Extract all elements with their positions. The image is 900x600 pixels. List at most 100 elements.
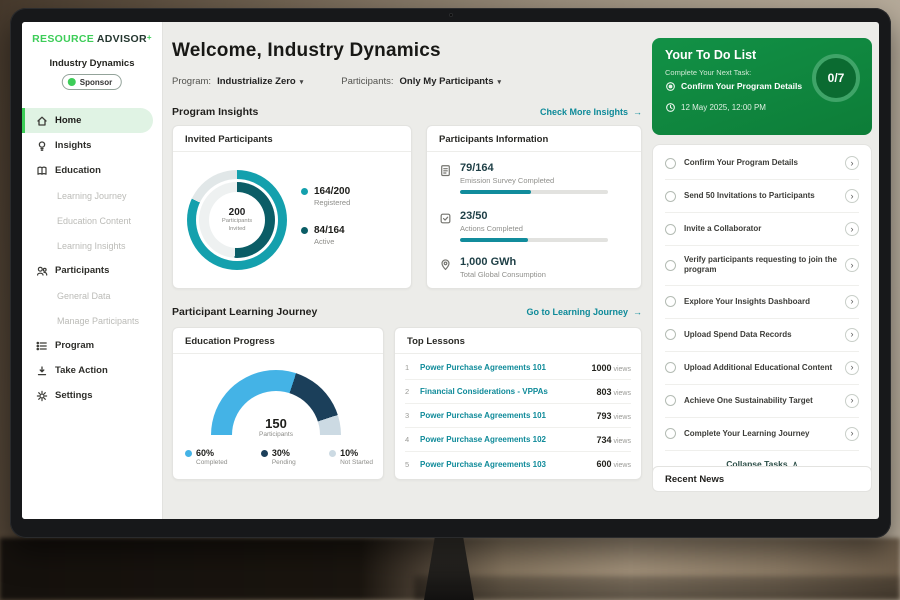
- todo-checkbox[interactable]: [665, 158, 676, 169]
- todo-checkbox[interactable]: [665, 428, 676, 439]
- go-to-learning-journey-link[interactable]: Go to Learning Journey →: [526, 307, 642, 317]
- todo-checkbox[interactable]: [665, 224, 676, 235]
- global-consumption-label: Total Global Consumption: [460, 270, 546, 279]
- legend-dot: [329, 450, 336, 457]
- chevron-right-icon: ›: [851, 260, 854, 270]
- todo-chevron-button[interactable]: ›: [845, 361, 859, 375]
- page-title: Welcome, Industry Dynamics: [172, 40, 441, 62]
- card-title: Education Progress: [173, 328, 383, 354]
- todo-chevron-button[interactable]: ›: [845, 295, 859, 309]
- todo-item[interactable]: Upload Additional Educational Content ›: [665, 352, 859, 385]
- sidebar-item-home[interactable]: Home: [22, 108, 153, 133]
- sidebar-item-learning-journey[interactable]: Learning Journey: [22, 183, 162, 208]
- sidebar-item-label: Program: [55, 340, 94, 351]
- todo-item-label: Achieve One Sustainability Target: [684, 396, 837, 406]
- todo-checkbox[interactable]: [665, 362, 676, 373]
- chevron-right-icon: ›: [851, 428, 854, 438]
- program-select[interactable]: Industrialize Zero ▾: [217, 76, 303, 87]
- sidebar-item-settings[interactable]: Settings: [22, 383, 162, 408]
- program-filter-label: Program:: [172, 76, 211, 87]
- sidebar-item-general-data[interactable]: General Data: [22, 283, 162, 308]
- check-more-insights-link[interactable]: Check More Insights →: [540, 107, 642, 117]
- legend-dot: [301, 227, 308, 234]
- list-icon: [36, 340, 48, 352]
- pending-value: 30%: [272, 448, 296, 458]
- todo-checkbox[interactable]: [665, 329, 676, 340]
- todo-chevron-button[interactable]: ›: [845, 222, 859, 236]
- sidebar-item-insights[interactable]: Insights: [22, 133, 162, 158]
- todo-chevron-button[interactable]: ›: [845, 427, 859, 441]
- target-icon: [665, 81, 676, 92]
- active-value: 84/164: [314, 225, 345, 236]
- todo-checkbox[interactable]: [665, 395, 676, 406]
- brand-secondary: ADVISOR: [97, 33, 147, 45]
- gear-icon: [36, 390, 48, 402]
- home-icon: [36, 115, 48, 127]
- card-title: Top Lessons: [395, 328, 641, 354]
- sidebar-item-label: Education: [55, 165, 101, 176]
- desk-background: { "brand": { "primary": "RESOURCE", "sec…: [0, 0, 900, 600]
- todo-item[interactable]: Complete Your Learning Journey ›: [665, 418, 859, 451]
- todo-item-label: Invite a Collaborator: [684, 224, 837, 234]
- actions-completed-stat: 23/50 Actions Completed: [439, 210, 629, 242]
- lesson-link[interactable]: Power Purchase Agreements 102: [420, 435, 589, 444]
- lesson-link[interactable]: Power Purchase Agreements 101: [420, 411, 589, 420]
- todo-item-label: Verify participants requesting to join t…: [684, 255, 837, 276]
- lesson-row: 3 Power Purchase Agreements 101 793views: [405, 404, 631, 428]
- link-label: Check More Insights: [540, 107, 628, 117]
- todo-chevron-button[interactable]: ›: [845, 258, 859, 272]
- sidebar-item-label: Insights: [55, 140, 91, 151]
- program-select-value: Industrialize Zero: [217, 76, 296, 87]
- chevron-down-icon: ▾: [300, 78, 304, 86]
- todo-chevron-button[interactable]: ›: [845, 156, 859, 170]
- checklist-icon: [439, 212, 452, 225]
- sponsor-badge[interactable]: Sponsor: [62, 74, 122, 90]
- todo-item[interactable]: Verify participants requesting to join t…: [665, 246, 859, 286]
- not-started-label: Not Started: [340, 459, 373, 466]
- todo-chevron-button[interactable]: ›: [845, 189, 859, 203]
- lesson-link[interactable]: Financial Considerations - VPPAs: [420, 387, 589, 396]
- todo-item[interactable]: Invite a Collaborator ›: [665, 213, 859, 246]
- sidebar-item-take-action[interactable]: Take Action: [22, 358, 162, 383]
- sidebar-item-label: Learning Journey: [57, 191, 127, 201]
- education-gauge-chart: 150 Participants: [211, 370, 341, 435]
- location-pin-icon: [439, 258, 452, 271]
- legend-dot: [261, 450, 268, 457]
- sidebar-item-education-content[interactable]: Education Content: [22, 208, 162, 233]
- todo-item[interactable]: Explore Your Insights Dashboard ›: [665, 286, 859, 319]
- todo-item[interactable]: Achieve One Sustainability Target ›: [665, 385, 859, 418]
- actions-completed-value: 23/50: [460, 210, 608, 222]
- link-label: Go to Learning Journey: [526, 307, 628, 317]
- emission-survey-value: 79/164: [460, 162, 608, 174]
- todo-checkbox[interactable]: [665, 191, 676, 202]
- lesson-link[interactable]: Power Purchase Agreements 103: [420, 460, 589, 469]
- legend-dot: [185, 450, 192, 457]
- sidebar-item-education[interactable]: Education: [22, 158, 162, 183]
- book-icon: [36, 165, 48, 177]
- sidebar-item-label: Education Content: [57, 216, 131, 226]
- todo-item[interactable]: Confirm Your Program Details ›: [665, 147, 859, 180]
- todo-item[interactable]: Send 50 Invitations to Participants ›: [665, 180, 859, 213]
- participants-select[interactable]: Only My Participants ▾: [400, 76, 502, 87]
- org-name: Industry Dynamics: [22, 58, 162, 69]
- monitor: RESOURCE ADVISOR+ Industry Dynamics Spon…: [10, 8, 891, 538]
- sidebar-item-label: Take Action: [55, 365, 108, 376]
- sidebar-item-manage-participants[interactable]: Manage Participants: [22, 308, 162, 333]
- todo-item[interactable]: Upload Spend Data Records ›: [665, 319, 859, 352]
- lesson-link[interactable]: Power Purchase Agreements 101: [420, 363, 584, 372]
- views-word: views: [613, 438, 631, 445]
- arrow-right-icon: →: [633, 307, 642, 317]
- todo-checkbox[interactable]: [665, 296, 676, 307]
- learning-journey-header: Participant Learning Journey Go to Learn…: [172, 306, 642, 318]
- sidebar-item-learning-insights[interactable]: Learning Insights: [22, 233, 162, 258]
- program-insights-title: Program Insights: [172, 106, 258, 118]
- todo-checkbox[interactable]: [665, 260, 676, 271]
- sidebar-item-participants[interactable]: Participants: [22, 258, 162, 283]
- lesson-row: 2 Financial Considerations - VPPAs 803vi…: [405, 380, 631, 404]
- webcam-icon: [449, 13, 453, 17]
- sidebar-item-program[interactable]: Program: [22, 333, 162, 358]
- todo-chevron-button[interactable]: ›: [845, 328, 859, 342]
- todo-item-label: Complete Your Learning Journey: [684, 429, 837, 439]
- lesson-rank: 2: [405, 387, 413, 396]
- todo-chevron-button[interactable]: ›: [845, 394, 859, 408]
